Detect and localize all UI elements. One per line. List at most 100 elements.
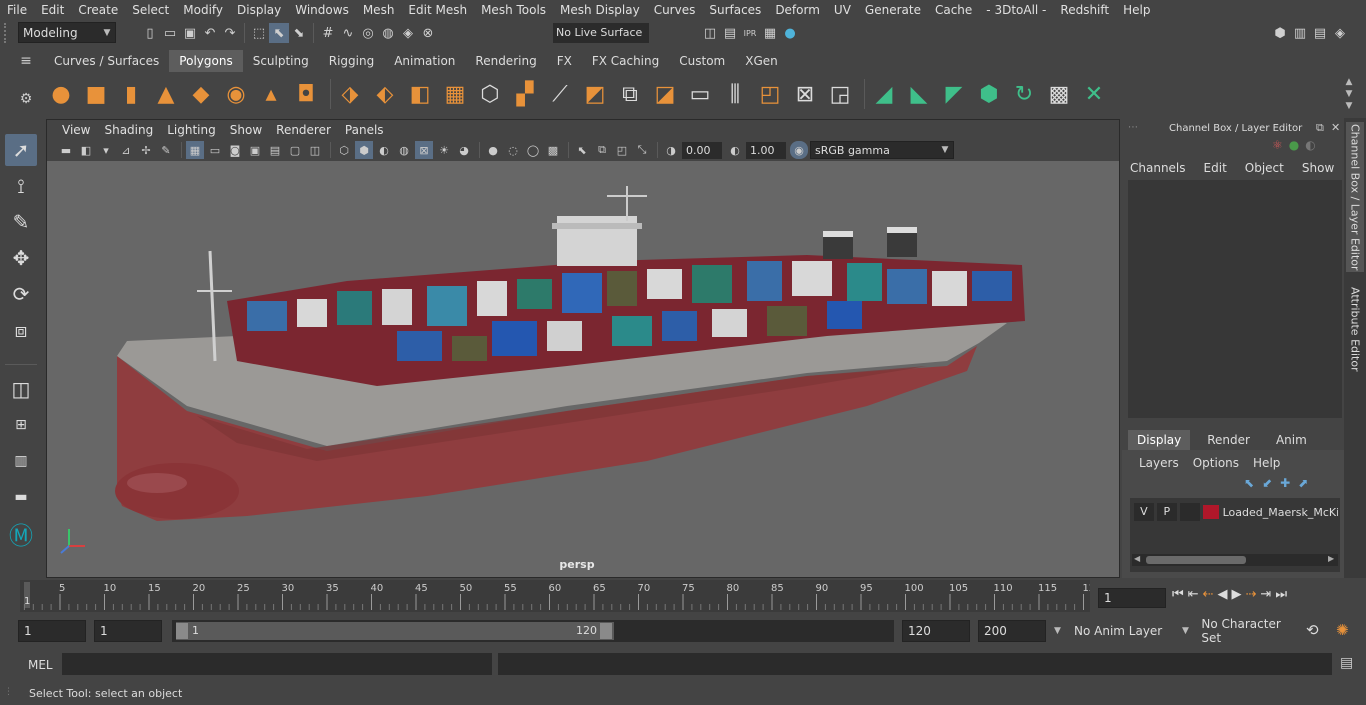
cb-menu-channels[interactable]: Channels [1130,161,1186,175]
outliner-persp-icon[interactable]: ▥ [5,445,37,477]
new-scene-icon[interactable]: ▯ [140,23,160,43]
close-icon[interactable]: ✕ [1331,121,1340,134]
float-panel-icon[interactable]: ⧉ [1316,121,1324,135]
channel-box-toggle-icon[interactable]: ⚛ [1272,138,1283,152]
grip-handle[interactable] [4,23,12,43]
menu-surfaces[interactable]: Surfaces [702,3,768,17]
menu-modify[interactable]: Modify [176,3,230,17]
go-to-start-icon[interactable]: ⏮ [1172,587,1184,602]
insert-edge-loop-icon[interactable]: ◰ [755,79,785,109]
tab-fx[interactable]: FX [546,50,582,72]
start-frame-field[interactable]: 1 [18,620,86,642]
menu-3dtoall[interactable]: - 3DtoAll - [979,3,1053,17]
vp-menu-renderer[interactable]: Renderer [269,123,338,137]
channel-list[interactable] [1128,180,1342,418]
render-settings-icon[interactable]: ▦ [760,23,780,43]
anim-layer-dropdown[interactable]: ▼ No Anim Layer [1050,620,1174,642]
vp-menu-show[interactable]: Show [223,123,269,137]
image-plane-icon[interactable]: ⊿ [117,141,135,159]
render-frame-icon[interactable]: ▤ [720,23,740,43]
panel-layout-icon[interactable]: ▥ [1290,23,1310,43]
auto-key-icon[interactable]: ⟲ [1306,621,1319,639]
menu-cache[interactable]: Cache [928,3,979,17]
combine-icon[interactable]: ⬗ [335,79,365,109]
xray-active-icon[interactable]: ◰ [613,141,631,159]
poly-sphere-icon[interactable]: ● [46,79,76,109]
poly-cylinder-icon[interactable]: ▮ [116,79,146,109]
motion-blur-icon[interactable]: ● [484,141,502,159]
time-ruler[interactable]: 1 5 10 15 20 25 30 35 40 45 50 55 60 65 70 75 80 85 90 95 1… [20,580,1090,612]
menu-mesh-display[interactable]: Mesh Display [553,3,647,17]
bookmark-icon[interactable]: ▾ [97,141,115,159]
anim-prefs-icon[interactable]: ✺ [1336,621,1349,639]
smooth-shade-icon[interactable]: ⬢ [355,141,373,159]
move-tool-icon[interactable]: ✥ [5,242,37,274]
render-view-icon[interactable]: ◫ [700,23,720,43]
cb-menu-object[interactable]: Object [1245,161,1284,175]
uv-editor-icon[interactable]: ↻ [1009,79,1039,109]
hypershade-icon[interactable]: ● [780,23,800,43]
transfer-attributes-icon[interactable]: ▩ [1044,79,1074,109]
bridge-icon[interactable]: ⟋ [545,79,575,109]
tab-xgen[interactable]: XGen [735,50,788,72]
command-input[interactable] [62,653,492,675]
playback-end-field[interactable]: 120 [902,620,970,642]
shelf-menu-icon[interactable]: ≡ [16,52,36,70]
live-surface-field[interactable]: No Live Surface [553,23,649,43]
tab-channel-box-layer-editor[interactable]: Channel Box / Layer Editor [1346,122,1364,272]
layer-playback-toggle[interactable]: P [1156,503,1177,521]
vp-menu-shading[interactable]: Shading [97,123,160,137]
menu-select[interactable]: Select [125,3,176,17]
vp-menu-panels[interactable]: Panels [338,123,391,137]
multisample-aa-icon[interactable]: ◌ [504,141,522,159]
tab-sculpting[interactable]: Sculpting [242,50,319,72]
gate-mask-icon[interactable]: ▣ [246,141,264,159]
xray-joints-icon[interactable]: ⧉ [593,141,611,159]
film-gate-icon[interactable]: ▭ [206,141,224,159]
tab-curves-surfaces[interactable]: Curves / Surfaces [44,50,170,72]
layer-display-type-toggle[interactable] [1179,503,1200,521]
layout-icon[interactable]: ▬ [5,481,37,513]
step-back-frame-icon[interactable]: ⇠ [1203,587,1214,602]
menu-generate[interactable]: Generate [858,3,928,17]
bevel-icon[interactable]: ⬡ [475,79,505,109]
backface-culling-icon[interactable]: ⤡ [633,141,651,159]
tab-render[interactable]: Render [1198,430,1259,450]
safe-action-icon[interactable]: ▢ [286,141,304,159]
grease-pencil-icon[interactable]: ✎ [157,141,175,159]
single-perspective-view-icon[interactable]: ◫ [5,373,37,405]
shadows-icon[interactable]: ☀ [435,141,453,159]
layer-menu-options[interactable]: Options [1193,456,1239,470]
layer-menu-help[interactable]: Help [1253,456,1280,470]
select-component-icon[interactable]: ⬊ [289,23,309,43]
playback-start-field[interactable]: 1 [94,620,162,642]
layers-icon[interactable]: ◈ [1330,23,1350,43]
scroll-thumb[interactable] [1146,556,1246,564]
tab-rigging[interactable]: Rigging [318,50,385,72]
character-set-dropdown[interactable]: ▼ No Character Set [1178,617,1300,645]
color-space-dropdown[interactable]: sRGB gamma ▼ [810,141,954,159]
range-handle[interactable]: 1 120 [176,622,614,640]
camera-select-icon[interactable]: ▬ [57,141,75,159]
workspace-icon[interactable]: ⬢ [1270,23,1290,43]
tab-rendering[interactable]: Rendering [465,50,547,72]
symmetry-icon[interactable]: ✕ [1079,79,1109,109]
make-live-icon[interactable]: ⊗ [418,23,438,43]
tab-custom[interactable]: Custom [669,50,736,72]
vp-menu-view[interactable]: View [55,123,97,137]
isolate-select-icon[interactable]: ▩ [544,141,562,159]
layer-color-swatch[interactable] [1202,505,1219,519]
menu-windows[interactable]: Windows [288,3,356,17]
scale-tool-icon[interactable]: ⧈ [5,314,37,346]
poly-plane-icon[interactable]: ◆ [186,79,216,109]
move-layer-up-icon[interactable]: ⬉ [1244,476,1254,490]
menu-edit[interactable]: Edit [34,3,71,17]
step-forward-key-icon[interactable]: ⇥ [1260,587,1271,602]
snap-surface-icon[interactable]: ◈ [398,23,418,43]
menu-edit-mesh[interactable]: Edit Mesh [401,3,474,17]
textured-icon[interactable]: ◍ [395,141,413,159]
new-layer-icon[interactable]: ✚ [1280,476,1290,490]
play-forwards-icon[interactable]: ▶ [1232,587,1242,602]
step-forward-frame-icon[interactable]: ⇢ [1246,587,1257,602]
current-frame-field[interactable]: 1 [1098,588,1166,608]
